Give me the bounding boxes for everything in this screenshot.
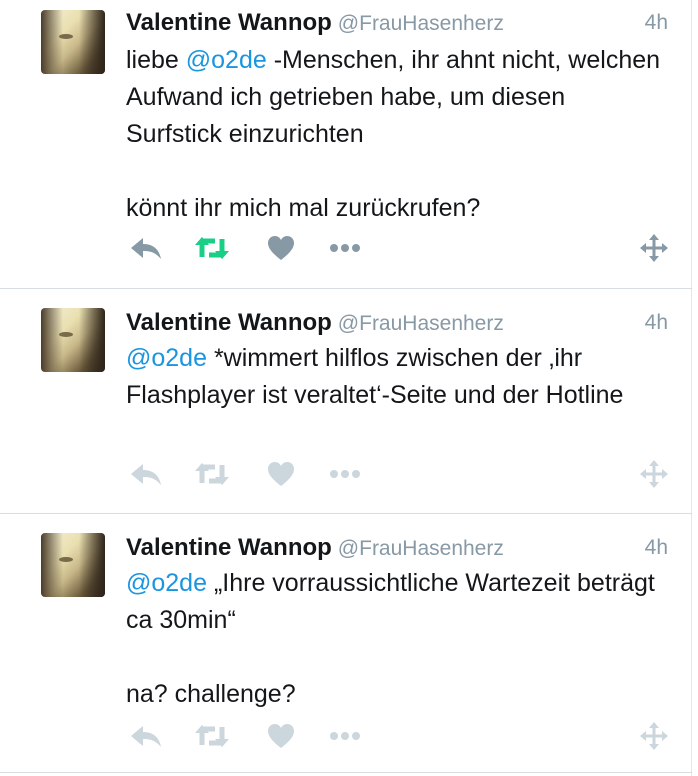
more-button[interactable]	[326, 233, 364, 263]
like-icon	[268, 462, 294, 486]
reply-icon	[131, 238, 161, 259]
tweet-header: Valentine Wannop @FrauHasenherz 4h	[126, 534, 668, 564]
reply-icon	[131, 726, 161, 747]
move-button[interactable]	[637, 721, 671, 751]
retweet-button[interactable]	[192, 459, 232, 489]
like-icon	[268, 236, 294, 260]
tweet[interactable]: Valentine Wannop @FrauHasenherz 4h @o2de …	[0, 289, 692, 513]
like-icon	[268, 724, 294, 748]
author-name[interactable]: Valentine Wannop	[126, 309, 332, 336]
retweet-icon	[195, 463, 229, 485]
tweet-header: Valentine Wannop @FrauHasenherz 4h	[126, 309, 668, 339]
author-handle[interactable]: @FrauHasenherz	[338, 537, 504, 560]
more-icon	[330, 732, 360, 740]
text-after: „Ihre vorraussichtliche Wartezeit beträg…	[126, 569, 655, 708]
tweet[interactable]: Valentine Wannop @FrauHasenherz 4h @o2de …	[0, 514, 692, 776]
tweet-text: @o2de „Ihre vorraussichtliche Wartezeit …	[126, 565, 666, 713]
move-icon	[640, 234, 668, 262]
author-handle[interactable]: @FrauHasenherz	[338, 312, 504, 335]
tweet-actions	[126, 459, 671, 489]
text-before: liebe	[126, 46, 186, 74]
tweet[interactable]: Valentine Wannop @FrauHasenherz 4h liebe …	[0, 0, 692, 288]
reply-button[interactable]	[126, 721, 166, 751]
retweet-button[interactable]	[192, 721, 232, 751]
tweet-text: @o2de *wimmert hilflos zwischen der ‚ihr…	[126, 340, 666, 414]
mention-link[interactable]: @o2de	[126, 569, 207, 597]
move-icon	[640, 722, 668, 750]
tweet-divider	[0, 772, 692, 773]
move-button[interactable]	[637, 459, 671, 489]
retweet-icon	[195, 725, 229, 747]
more-button[interactable]	[326, 459, 364, 489]
more-icon	[330, 244, 360, 252]
tweet-actions	[126, 721, 671, 751]
move-button[interactable]	[637, 233, 671, 263]
reply-button[interactable]	[126, 233, 166, 263]
tweet-timestamp[interactable]: 4h	[645, 311, 668, 335]
like-button[interactable]	[264, 459, 298, 489]
mention-link[interactable]: @o2de	[186, 46, 267, 74]
mention-link[interactable]: @o2de	[126, 344, 207, 372]
avatar[interactable]	[41, 308, 105, 372]
avatar[interactable]	[41, 10, 105, 74]
move-icon	[640, 460, 668, 488]
more-button[interactable]	[326, 721, 364, 751]
reply-button[interactable]	[126, 459, 166, 489]
more-icon	[330, 470, 360, 478]
tweet-text: liebe @o2de -Menschen, ihr ahnt nicht, w…	[126, 42, 666, 227]
author-handle[interactable]: @FrauHasenherz	[338, 12, 504, 35]
retweet-icon	[195, 237, 229, 259]
tweet-actions	[126, 233, 671, 263]
reply-icon	[131, 464, 161, 485]
author-name[interactable]: Valentine Wannop	[126, 9, 332, 36]
tweet-timestamp[interactable]: 4h	[645, 536, 668, 560]
tweet-header: Valentine Wannop @FrauHasenherz 4h	[126, 9, 668, 39]
avatar[interactable]	[41, 533, 105, 597]
like-button[interactable]	[264, 233, 298, 263]
like-button[interactable]	[264, 721, 298, 751]
retweet-button[interactable]	[192, 233, 232, 263]
author-name[interactable]: Valentine Wannop	[126, 534, 332, 561]
tweet-timestamp[interactable]: 4h	[645, 11, 668, 35]
